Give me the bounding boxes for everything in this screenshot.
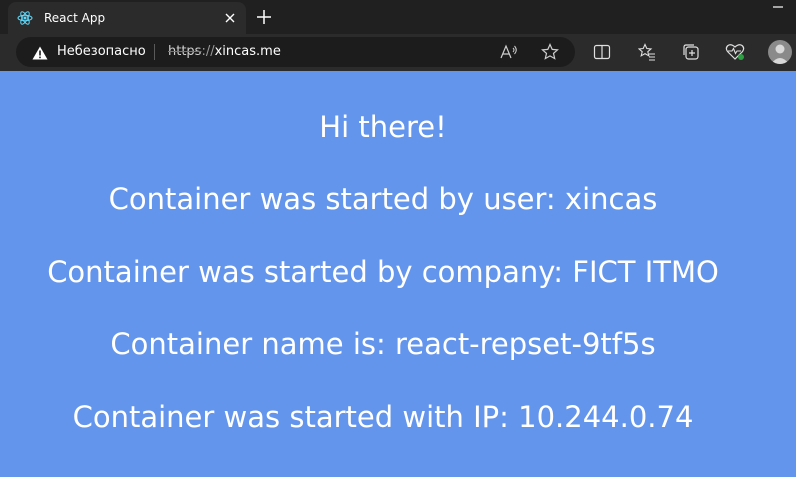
url-text[interactable]: https://xincas.me bbox=[168, 44, 281, 59]
profile-avatar[interactable] bbox=[768, 40, 792, 64]
address-bar[interactable]: Небезопасно https://xincas.me bbox=[16, 37, 575, 67]
favorites-icon[interactable] bbox=[637, 42, 657, 62]
url-separator: :// bbox=[201, 44, 215, 59]
browser-toolbar: Небезопасно https://xincas.me bbox=[0, 34, 796, 71]
new-tab-icon[interactable] bbox=[254, 7, 274, 27]
page-content: Hi there! Container was started by user:… bbox=[0, 71, 796, 477]
browser-window: React App Небезопасно https://xincas.me bbox=[0, 0, 796, 477]
split-screen-icon[interactable] bbox=[592, 42, 612, 62]
greeting-text: Hi there! bbox=[319, 110, 447, 144]
collections-icon[interactable] bbox=[681, 42, 701, 62]
container-name-text: Container name is: react-repset-9tf5s bbox=[110, 327, 656, 361]
url-scheme: https bbox=[168, 44, 202, 59]
read-aloud-icon[interactable] bbox=[499, 42, 519, 62]
favorite-star-icon[interactable] bbox=[540, 42, 560, 62]
company-info-text: Container was started by company: FICT I… bbox=[47, 255, 719, 289]
address-divider bbox=[154, 44, 155, 60]
security-status-label[interactable]: Небезопасно bbox=[57, 44, 146, 59]
react-icon bbox=[16, 9, 34, 27]
tab-strip: React App bbox=[0, 0, 796, 34]
browser-essentials-icon[interactable] bbox=[725, 42, 745, 62]
ip-info-text: Container was started with IP: 10.244.0.… bbox=[72, 400, 694, 434]
tab-title: React App bbox=[44, 11, 106, 25]
minimize-icon[interactable] bbox=[768, 0, 788, 14]
warning-icon[interactable] bbox=[32, 45, 48, 60]
url-host: xincas.me bbox=[214, 44, 281, 59]
tab-react-app[interactable]: React App bbox=[8, 2, 246, 34]
close-tab-icon[interactable] bbox=[220, 8, 240, 28]
user-info-text: Container was started by user: xincas bbox=[108, 182, 658, 216]
